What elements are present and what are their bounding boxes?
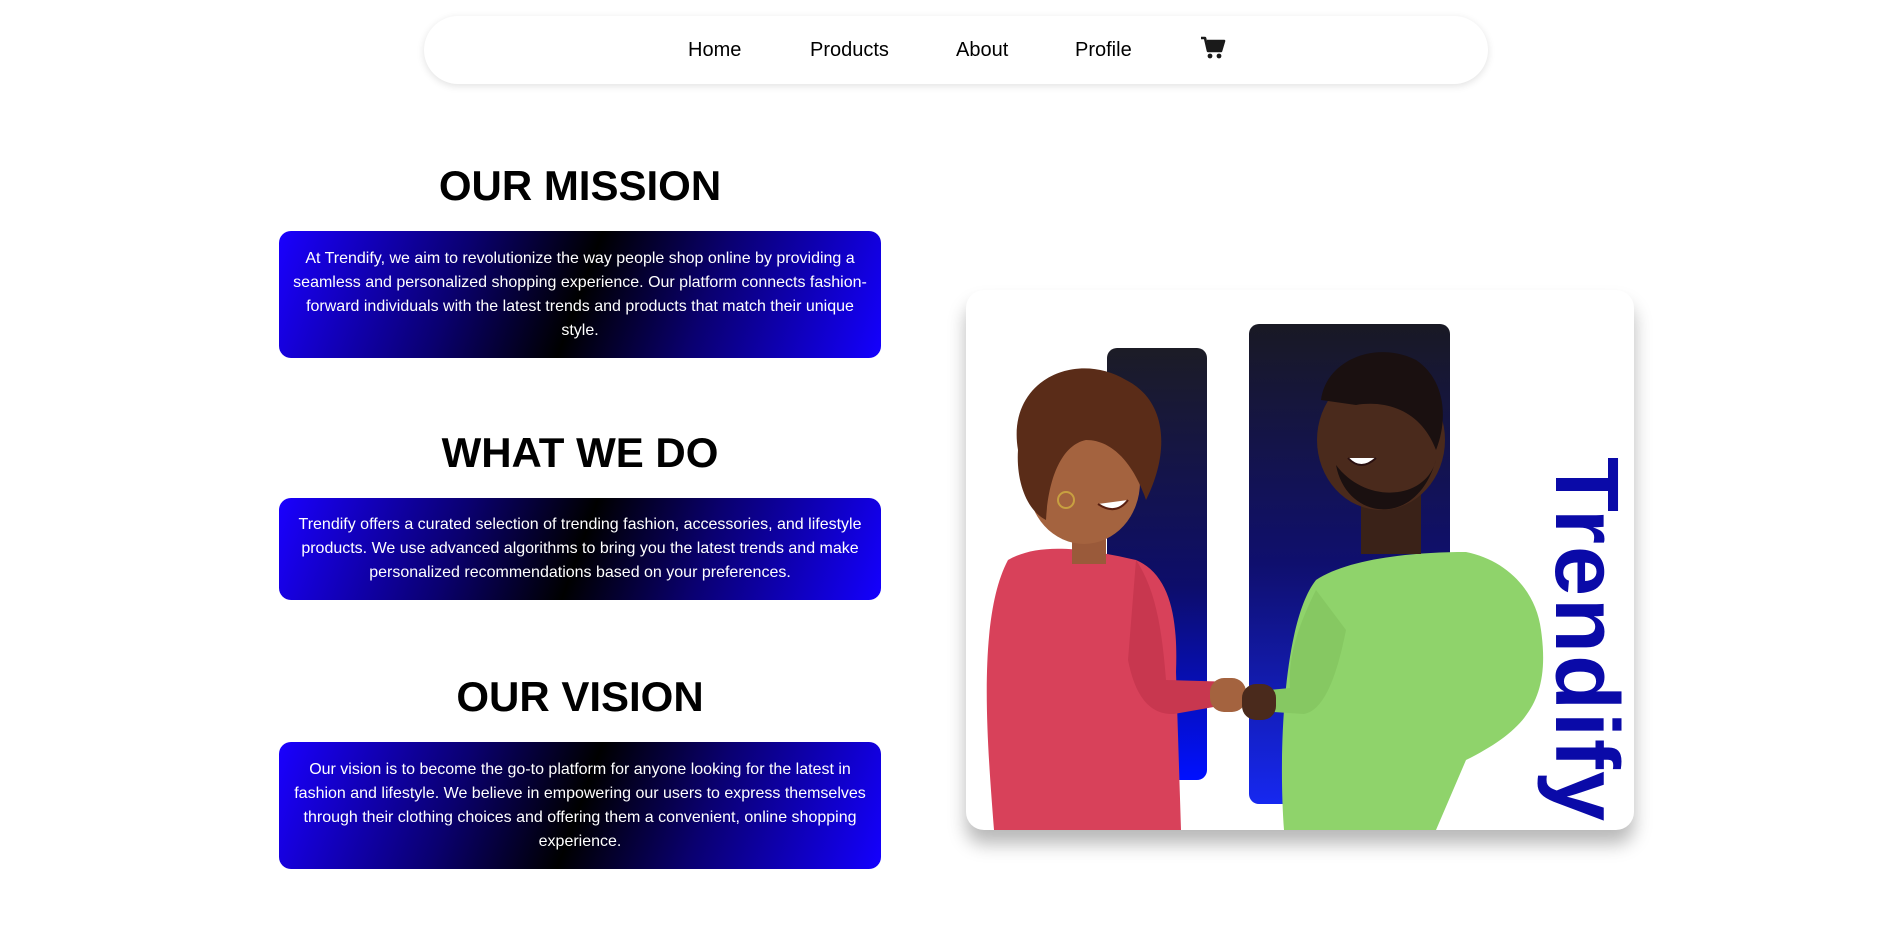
trendify-brand-text: Trendify [1536,456,1634,824]
hero-image-card: Trendify [966,290,1634,830]
nav-link-about[interactable]: About [956,38,1008,62]
top-navbar: Home Products About Profile [424,16,1488,84]
nav-link-products[interactable]: Products [810,38,889,62]
what-we-do-text: Trendify offers a curated selection of t… [298,516,862,581]
shopping-cart-icon[interactable] [1200,36,1226,60]
vision-card: Our vision is to become the go-to platfo… [279,742,881,869]
nav-link-home[interactable]: Home [688,38,741,62]
nav-link-profile[interactable]: Profile [1075,38,1132,62]
section-title-mission: OUR MISSION [438,162,722,209]
mission-text: At Trendify, we aim to revolutionize the… [293,249,867,339]
mission-card: At Trendify, we aim to revolutionize the… [279,231,881,358]
what-we-do-card: Trendify offers a curated selection of t… [279,498,881,600]
hero-illustration [986,324,1544,830]
section-title-what-we-do: WHAT WE DO [441,429,719,476]
vision-text: Our vision is to become the go-to platfo… [294,760,866,850]
section-title-vision: OUR VISION [456,673,704,720]
